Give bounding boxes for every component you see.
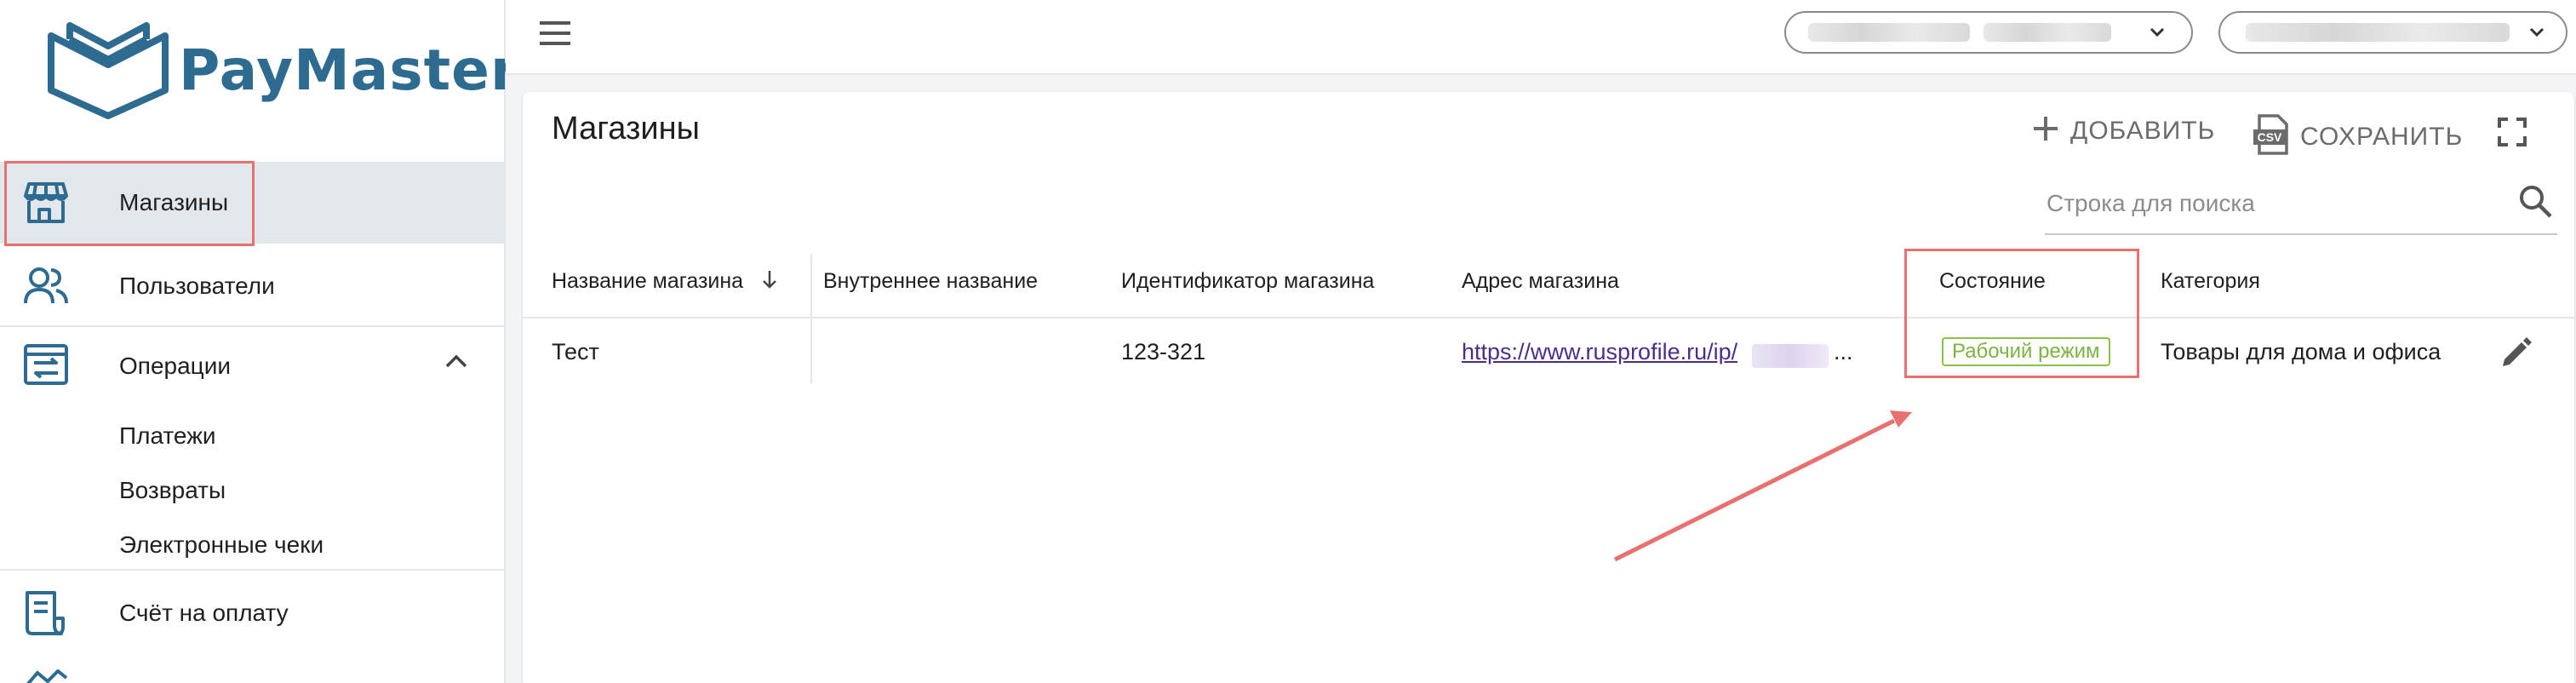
annotation-arrow xyxy=(1613,410,1912,562)
